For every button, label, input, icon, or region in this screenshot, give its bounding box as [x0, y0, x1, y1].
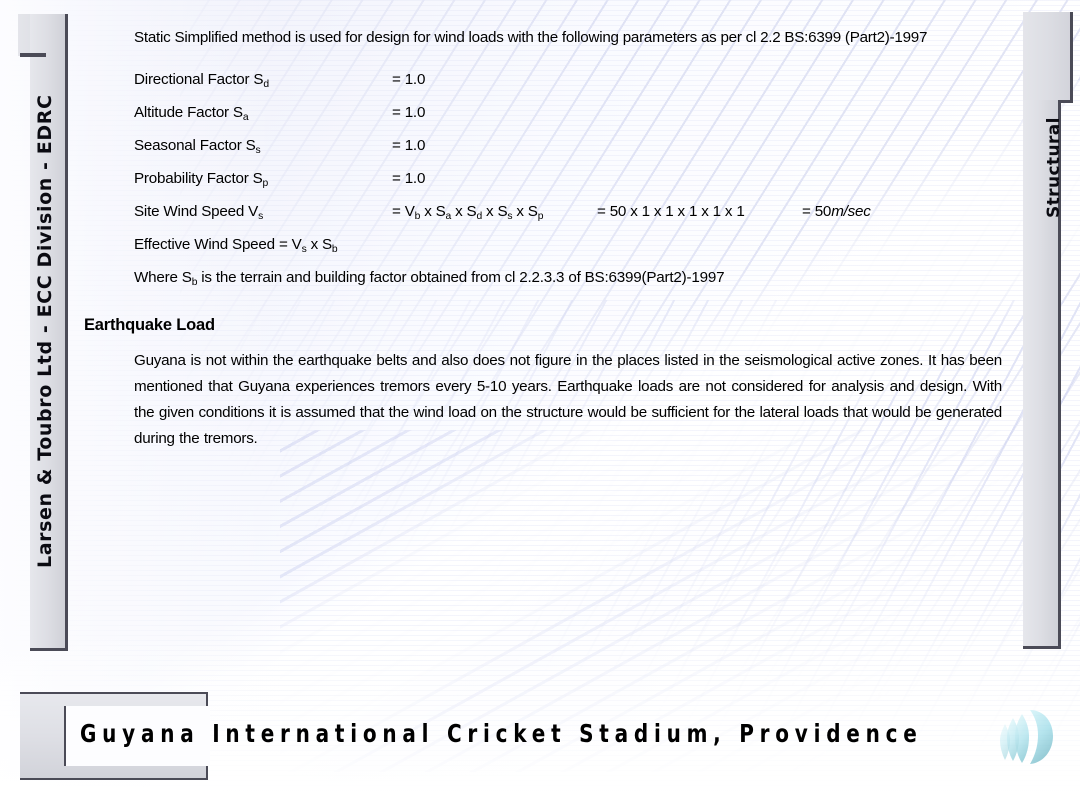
formula-part: x S: [420, 203, 446, 221]
factor-label-subscript: d: [263, 79, 269, 91]
right-sidebar-bar-top: [1023, 12, 1073, 103]
factor-label-subscript: a: [242, 112, 249, 124]
factor-value: = 1.0: [392, 71, 426, 89]
factor-label-text: Directional Factor S: [134, 71, 264, 89]
earthquake-load-heading: Earthquake Load: [84, 316, 215, 335]
icc-cricket-logo-icon: [1000, 710, 1053, 764]
result-units: m/sec: [831, 203, 871, 221]
formula-sub: p: [537, 211, 544, 223]
site-wind-speed-label-text: Site Wind Speed V: [134, 203, 259, 221]
formula-part: x S: [512, 203, 538, 221]
effective-wind-speed-line: Effective Wind Speed = Vs x Sb: [134, 228, 1014, 261]
factor-value: = 1.0: [392, 137, 426, 155]
site-wind-speed-formula: = Vb x Sa x Sd x Ss x Sp: [392, 195, 597, 228]
factor-label-subscript: s: [255, 145, 261, 157]
factor-value: = 1.0: [392, 170, 426, 188]
formula-part: x S: [451, 203, 477, 221]
factor-label-subscript: p: [262, 178, 269, 190]
effective-sub: b: [331, 244, 338, 256]
factor-row: Directional Factor Sd = 1.0: [134, 63, 1014, 96]
factor-value: = 1.0: [392, 104, 426, 122]
terrain-factor-note: Where Sb is the terrain and building fac…: [134, 261, 1014, 294]
left-sidebar-label: Larsen & Toubro Ltd - ECC Division - EDR…: [34, 94, 56, 568]
factor-label: Probability Factor Sp: [134, 162, 392, 195]
factor-label: Seasonal Factor Ss: [134, 129, 392, 162]
site-wind-speed-result: = 50m/sec: [802, 195, 871, 228]
site-wind-speed-label: Site Wind Speed Vs: [134, 195, 392, 228]
formula-part: x S: [482, 203, 508, 221]
right-sidebar-label: Structural: [1044, 117, 1064, 219]
factor-row: Probability Factor Sp = 1.0: [134, 162, 1014, 195]
slide-canvas: Larsen & Toubro Ltd - ECC Division - EDR…: [0, 0, 1080, 792]
site-wind-speed-numeric: = 50 x 1 x 1 x 1 x 1 x 1: [597, 203, 745, 221]
terrain-note-suffix: is the terrain and building factor obtai…: [197, 269, 725, 287]
result-value: = 50: [802, 203, 832, 221]
factor-row: Seasonal Factor Ss = 1.0: [134, 129, 1014, 162]
intro-paragraph: Static Simplified method is used for des…: [134, 29, 928, 46]
site-wind-speed-label-subscript: s: [258, 211, 264, 223]
factor-label-text: Seasonal Factor S: [134, 137, 256, 155]
site-wind-speed-row: Site Wind Speed Vs = Vb x Sa x Sd x Ss x…: [134, 195, 1014, 228]
wind-factor-list: Directional Factor Sd = 1.0 Altitude Fac…: [84, 63, 1014, 228]
formula-part: = V: [392, 203, 415, 221]
slide-body: Static Simplified method is used for des…: [84, 30, 1014, 452]
factor-label: Directional Factor Sd: [134, 63, 392, 96]
terrain-note-prefix: Where S: [134, 269, 192, 287]
effective-part: x S: [306, 236, 333, 254]
factor-label: Altitude Factor Sa: [134, 96, 392, 129]
footer-project-title: Guyana International Cricket Stadium, Pr…: [80, 719, 923, 748]
factor-label-text: Probability Factor S: [134, 170, 263, 188]
factor-label-text: Altitude Factor S: [134, 104, 243, 122]
earthquake-load-paragraph: Guyana is not within the earthquake belt…: [134, 352, 1002, 448]
effective-part: Effective Wind Speed = V: [134, 236, 302, 254]
factor-row: Altitude Factor Sa = 1.0: [134, 96, 1014, 129]
